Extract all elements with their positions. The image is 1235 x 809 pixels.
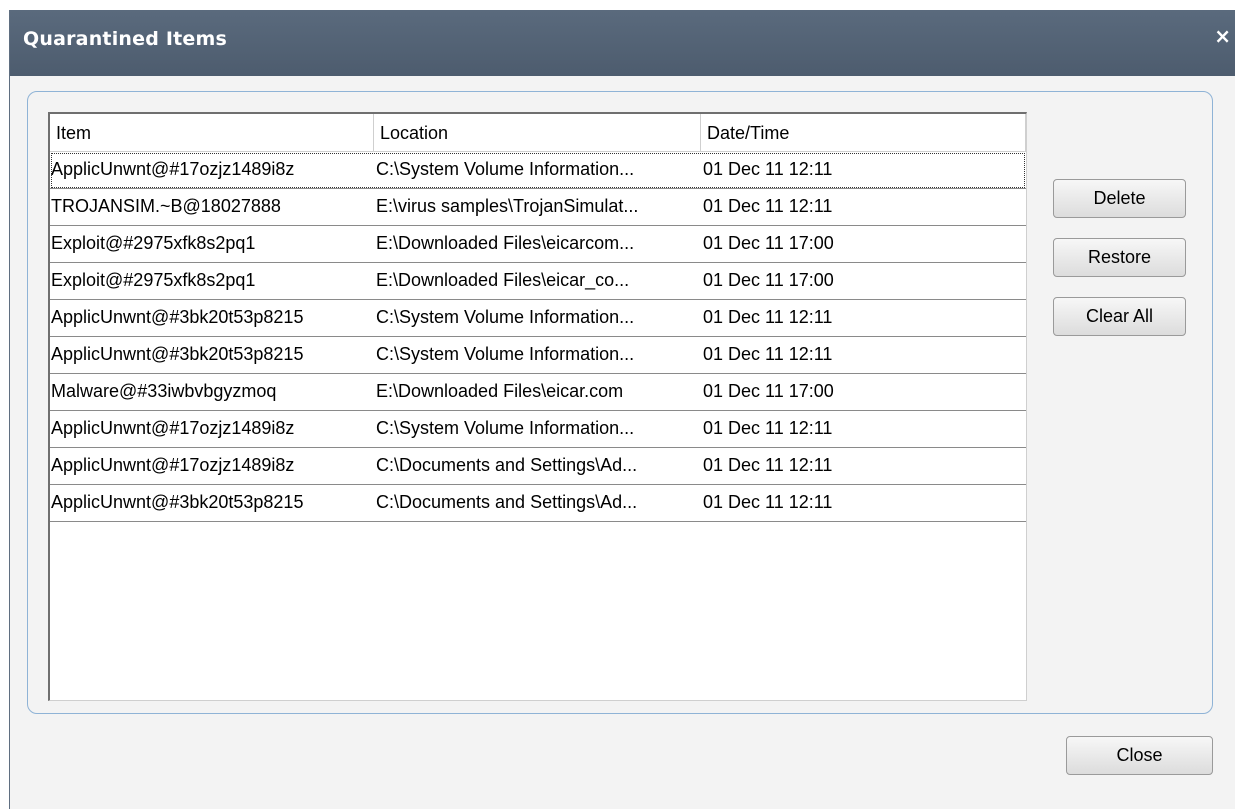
location-cell: E:\virus samples\TrojanSimulat... — [376, 196, 639, 216]
datetime-cell: 01 Dec 11 12:11 — [703, 344, 833, 364]
table-row[interactable]: Exploit@#2975xfk8s2pq1 E:\Downloaded Fil… — [50, 226, 1026, 263]
datetime-cell: 01 Dec 11 12:11 — [703, 307, 833, 327]
quarantine-list[interactable]: Item Location Date/Time ApplicUnwnt@#17o… — [48, 112, 1027, 701]
item-cell: Exploit@#2975xfk8s2pq1 — [51, 233, 256, 253]
location-cell: C:\System Volume Information... — [376, 344, 635, 364]
datetime-cell: 01 Dec 11 17:00 — [703, 233, 834, 253]
table-row[interactable]: ApplicUnwnt@#3bk20t53p8215 C:\System Vol… — [50, 337, 1026, 374]
item-cell: Malware@#33iwbvbgyzmoq — [51, 381, 277, 401]
location-cell: C:\Documents and Settings\Ad... — [376, 492, 638, 512]
dialog-title: Quarantined Items — [23, 28, 227, 50]
item-cell: Exploit@#2975xfk8s2pq1 — [51, 270, 256, 290]
column-header-location[interactable]: Location — [374, 114, 701, 152]
datetime-cell: 01 Dec 11 17:00 — [703, 381, 834, 401]
table-row[interactable]: ApplicUnwnt@#3bk20t53p8215 C:\System Vol… — [50, 300, 1026, 337]
restore-button[interactable]: Restore — [1053, 238, 1186, 277]
datetime-cell: 01 Dec 11 17:00 — [703, 270, 834, 290]
location-cell: E:\Downloaded Files\eicar.com — [376, 381, 624, 401]
title-bar[interactable]: Quarantined Items × — [10, 10, 1235, 76]
table-row[interactable]: ApplicUnwnt@#3bk20t53p8215 C:\Documents … — [50, 485, 1026, 522]
table-row[interactable]: ApplicUnwnt@#17ozjz1489i8z C:\System Vol… — [50, 152, 1026, 189]
location-cell: C:\Documents and Settings\Ad... — [376, 455, 638, 475]
item-cell: ApplicUnwnt@#17ozjz1489i8z — [51, 418, 295, 438]
table-row[interactable]: Exploit@#2975xfk8s2pq1 E:\Downloaded Fil… — [50, 263, 1026, 300]
item-cell: ApplicUnwnt@#17ozjz1489i8z — [51, 455, 295, 475]
datetime-cell: 01 Dec 11 12:11 — [703, 455, 833, 475]
item-cell: TROJANSIM.~B@18027888 — [51, 196, 281, 216]
datetime-cell: 01 Dec 11 12:11 — [703, 159, 833, 179]
table-row[interactable]: Malware@#33iwbvbgyzmoq E:\Downloaded Fil… — [50, 374, 1026, 411]
item-cell: ApplicUnwnt@#3bk20t53p8215 — [51, 307, 304, 327]
location-cell: C:\System Volume Information... — [376, 159, 635, 179]
datetime-cell: 01 Dec 11 12:11 — [703, 196, 833, 216]
list-rows: ApplicUnwnt@#17ozjz1489i8z C:\System Vol… — [50, 152, 1026, 522]
location-cell: C:\System Volume Information... — [376, 307, 635, 327]
close-button[interactable]: Close — [1066, 736, 1213, 775]
location-cell: E:\Downloaded Files\eicarcom... — [376, 233, 635, 253]
clear-all-button[interactable]: Clear All — [1053, 297, 1186, 336]
close-icon[interactable]: × — [1214, 24, 1231, 48]
item-cell: ApplicUnwnt@#3bk20t53p8215 — [51, 492, 304, 512]
datetime-cell: 01 Dec 11 12:11 — [703, 418, 833, 438]
location-cell: E:\Downloaded Files\eicar_co... — [376, 270, 630, 290]
column-header-item[interactable]: Item — [50, 114, 374, 152]
table-row[interactable]: ApplicUnwnt@#17ozjz1489i8z C:\Documents … — [50, 448, 1026, 485]
location-cell: C:\System Volume Information... — [376, 418, 635, 438]
item-cell: ApplicUnwnt@#17ozjz1489i8z — [51, 159, 295, 179]
column-header-datetime[interactable]: Date/Time — [701, 114, 1026, 152]
table-row[interactable]: ApplicUnwnt@#17ozjz1489i8z C:\System Vol… — [50, 411, 1026, 448]
item-cell: ApplicUnwnt@#3bk20t53p8215 — [51, 344, 304, 364]
datetime-cell: 01 Dec 11 12:11 — [703, 492, 833, 512]
delete-button[interactable]: Delete — [1053, 179, 1186, 218]
list-header: Item Location Date/Time — [50, 114, 1026, 152]
table-row[interactable]: TROJANSIM.~B@18027888 E:\virus samples\T… — [50, 189, 1026, 226]
